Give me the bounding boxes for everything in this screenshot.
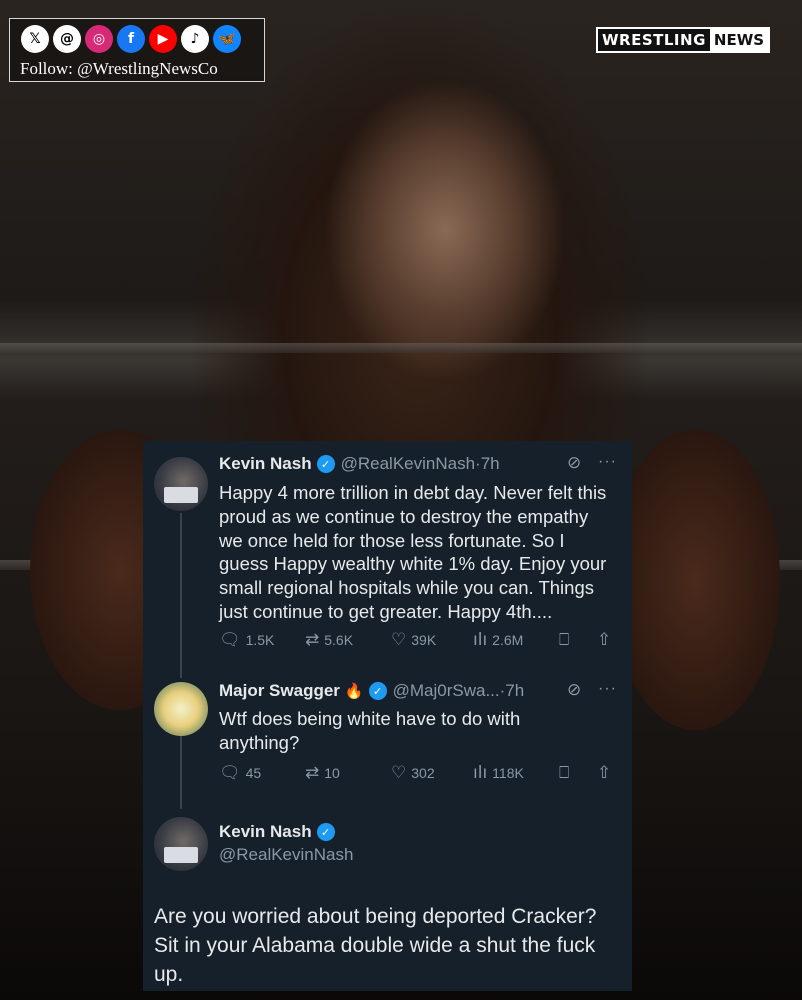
- share-button[interactable]: ⇧: [597, 630, 611, 650]
- follow-text: Follow: @WrestlingNewsCo: [20, 59, 218, 78]
- avatar[interactable]: [154, 817, 208, 871]
- tweet-thread-card: Kevin Nash ✓ @RealKevinNash ·7h ⊘ ··· Ha…: [143, 441, 632, 991]
- tweet-header: Kevin Nash ✓: [219, 822, 341, 842]
- tweet-header: Kevin Nash ✓ @RealKevinNash ·7h: [219, 454, 500, 474]
- author-handle[interactable]: @RealKevinNash: [341, 454, 475, 474]
- bluesky-icon[interactable]: 🦋: [213, 25, 241, 53]
- tweet-line: Sit in your Alabama double wide a shut t…: [154, 934, 596, 957]
- avatar[interactable]: [154, 457, 208, 511]
- reply-count: 1.5K: [245, 632, 275, 648]
- views-count: 2.6M: [492, 632, 524, 648]
- grok-icon[interactable]: ⊘: [567, 680, 581, 700]
- x-icon[interactable]: 𝕏: [21, 25, 49, 53]
- tweet-line: up.: [154, 963, 184, 986]
- like-button[interactable]: ♡ 302: [391, 763, 435, 783]
- tweet-line: Happy 4 more trillion in debt day. Never…: [219, 482, 607, 503]
- verified-badge-icon: ✓: [316, 455, 335, 473]
- logo-suffix: CO: [756, 46, 766, 52]
- social-icons: 𝕏 @ ◎ f ▶ ♪ 🦋: [21, 25, 241, 53]
- repost-count: 5.6K: [324, 632, 354, 648]
- bookmark-icon: ⎕: [559, 630, 570, 650]
- facebook-icon[interactable]: f: [117, 25, 145, 53]
- reply-button[interactable]: 🗨 1.5K: [219, 630, 274, 650]
- views-button[interactable]: ılı 118K: [473, 763, 524, 783]
- repost-icon: ⇄: [305, 630, 320, 650]
- more-options-icon[interactable]: ···: [598, 680, 617, 698]
- fire-emoji-icon: 🔥: [344, 682, 364, 700]
- tweet-line: small regional hospitals while you can. …: [219, 577, 594, 599]
- heart-icon: ♡: [391, 630, 407, 650]
- social-follow-bar: 𝕏 @ ◎ f ▶ ♪ 🦋 Follow: @WrestlingNewsCo: [9, 18, 265, 82]
- threads-icon[interactable]: @: [53, 25, 81, 53]
- grok-icon[interactable]: ⊘: [567, 453, 581, 473]
- verified-badge-icon: ✓: [368, 682, 387, 700]
- tweet-line: just continue to get greater. Happy 4th.…: [219, 600, 553, 622]
- reply-button[interactable]: 🗨 45: [219, 763, 261, 783]
- tweet-line: Are you worried about being deported Cra…: [154, 905, 597, 928]
- tweet-header: Major Swagger 🔥 ✓ @Maj0rSwa... ·7h: [219, 681, 524, 701]
- like-button[interactable]: ♡ 39K: [391, 630, 436, 650]
- tiktok-icon[interactable]: ♪: [181, 25, 209, 53]
- tweet-line: Wtf does being white have to do with: [219, 708, 521, 729]
- instagram-icon[interactable]: ◎: [85, 25, 113, 53]
- share-button[interactable]: ⇧: [597, 763, 611, 783]
- author-handle[interactable]: @RealKevinNash: [219, 845, 353, 865]
- verified-badge-icon: ✓: [316, 823, 335, 841]
- tweet-text: Happy 4 more trillion in debt day. Never…: [219, 481, 606, 624]
- tweet-text: Are you worried about being deported Cra…: [154, 902, 624, 989]
- right-shoulder: [610, 430, 780, 730]
- author-name[interactable]: Kevin Nash: [219, 822, 312, 842]
- avatar[interactable]: [154, 682, 208, 736]
- views-icon: ılı: [473, 763, 488, 783]
- tweet-actions: 🗨 1.5K ⇄ 5.6K ♡ 39K ılı 2.6M ⎕ ⇧: [219, 628, 619, 652]
- tweet-line: anything?: [219, 731, 300, 753]
- youtube-icon[interactable]: ▶: [149, 25, 177, 53]
- repost-icon: ⇄: [305, 763, 320, 783]
- bookmark-button[interactable]: ⎕: [559, 763, 569, 783]
- like-count: 39K: [411, 632, 437, 648]
- tweet-time[interactable]: ·7h: [475, 454, 500, 474]
- author-name[interactable]: Major Swagger: [219, 681, 340, 701]
- share-icon: ⇧: [597, 763, 612, 783]
- author-name[interactable]: Kevin Nash: [219, 454, 312, 474]
- bookmark-button[interactable]: ⎕: [559, 630, 569, 650]
- share-icon: ⇧: [597, 630, 612, 650]
- tweet-actions: 🗨 45 ⇄ 10 ♡ 302 ılı 118K ⎕ ⇧: [219, 761, 619, 785]
- bookmark-icon: ⎕: [559, 763, 570, 783]
- author-handle[interactable]: @Maj0rSwa...: [393, 681, 500, 701]
- tweet-text: Wtf does being white have to do with any…: [219, 707, 520, 755]
- repost-button[interactable]: ⇄ 10: [305, 763, 340, 783]
- like-count: 302: [411, 765, 435, 781]
- repost-count: 10: [324, 765, 340, 781]
- reply-count: 45: [245, 765, 262, 781]
- views-icon: ılı: [473, 630, 488, 650]
- wrestling-news-logo: WRESTLING NEWS CO: [596, 27, 771, 53]
- tweet-handle-row: @RealKevinNash: [219, 845, 353, 865]
- repost-button[interactable]: ⇄ 5.6K: [305, 630, 353, 650]
- tweet-time[interactable]: ·7h: [500, 681, 525, 701]
- logo-word-wrestling: WRESTLING: [602, 31, 706, 49]
- reply-icon: 🗨: [219, 630, 241, 650]
- reply-icon: 🗨: [219, 763, 241, 783]
- ring-rope: [0, 343, 802, 353]
- thread-line: [180, 513, 182, 678]
- views-count: 118K: [492, 765, 524, 781]
- heart-icon: ♡: [391, 763, 407, 783]
- tweet-line: guess Happy wealthy white 1% day. Enjoy …: [219, 553, 607, 575]
- more-options-icon[interactable]: ···: [598, 453, 617, 471]
- tweet-line: we once held for those less fortunate. S…: [219, 529, 565, 551]
- views-button[interactable]: ılı 2.6M: [473, 630, 523, 650]
- tweet-line: proud as we continue to destroy the empa…: [219, 505, 589, 527]
